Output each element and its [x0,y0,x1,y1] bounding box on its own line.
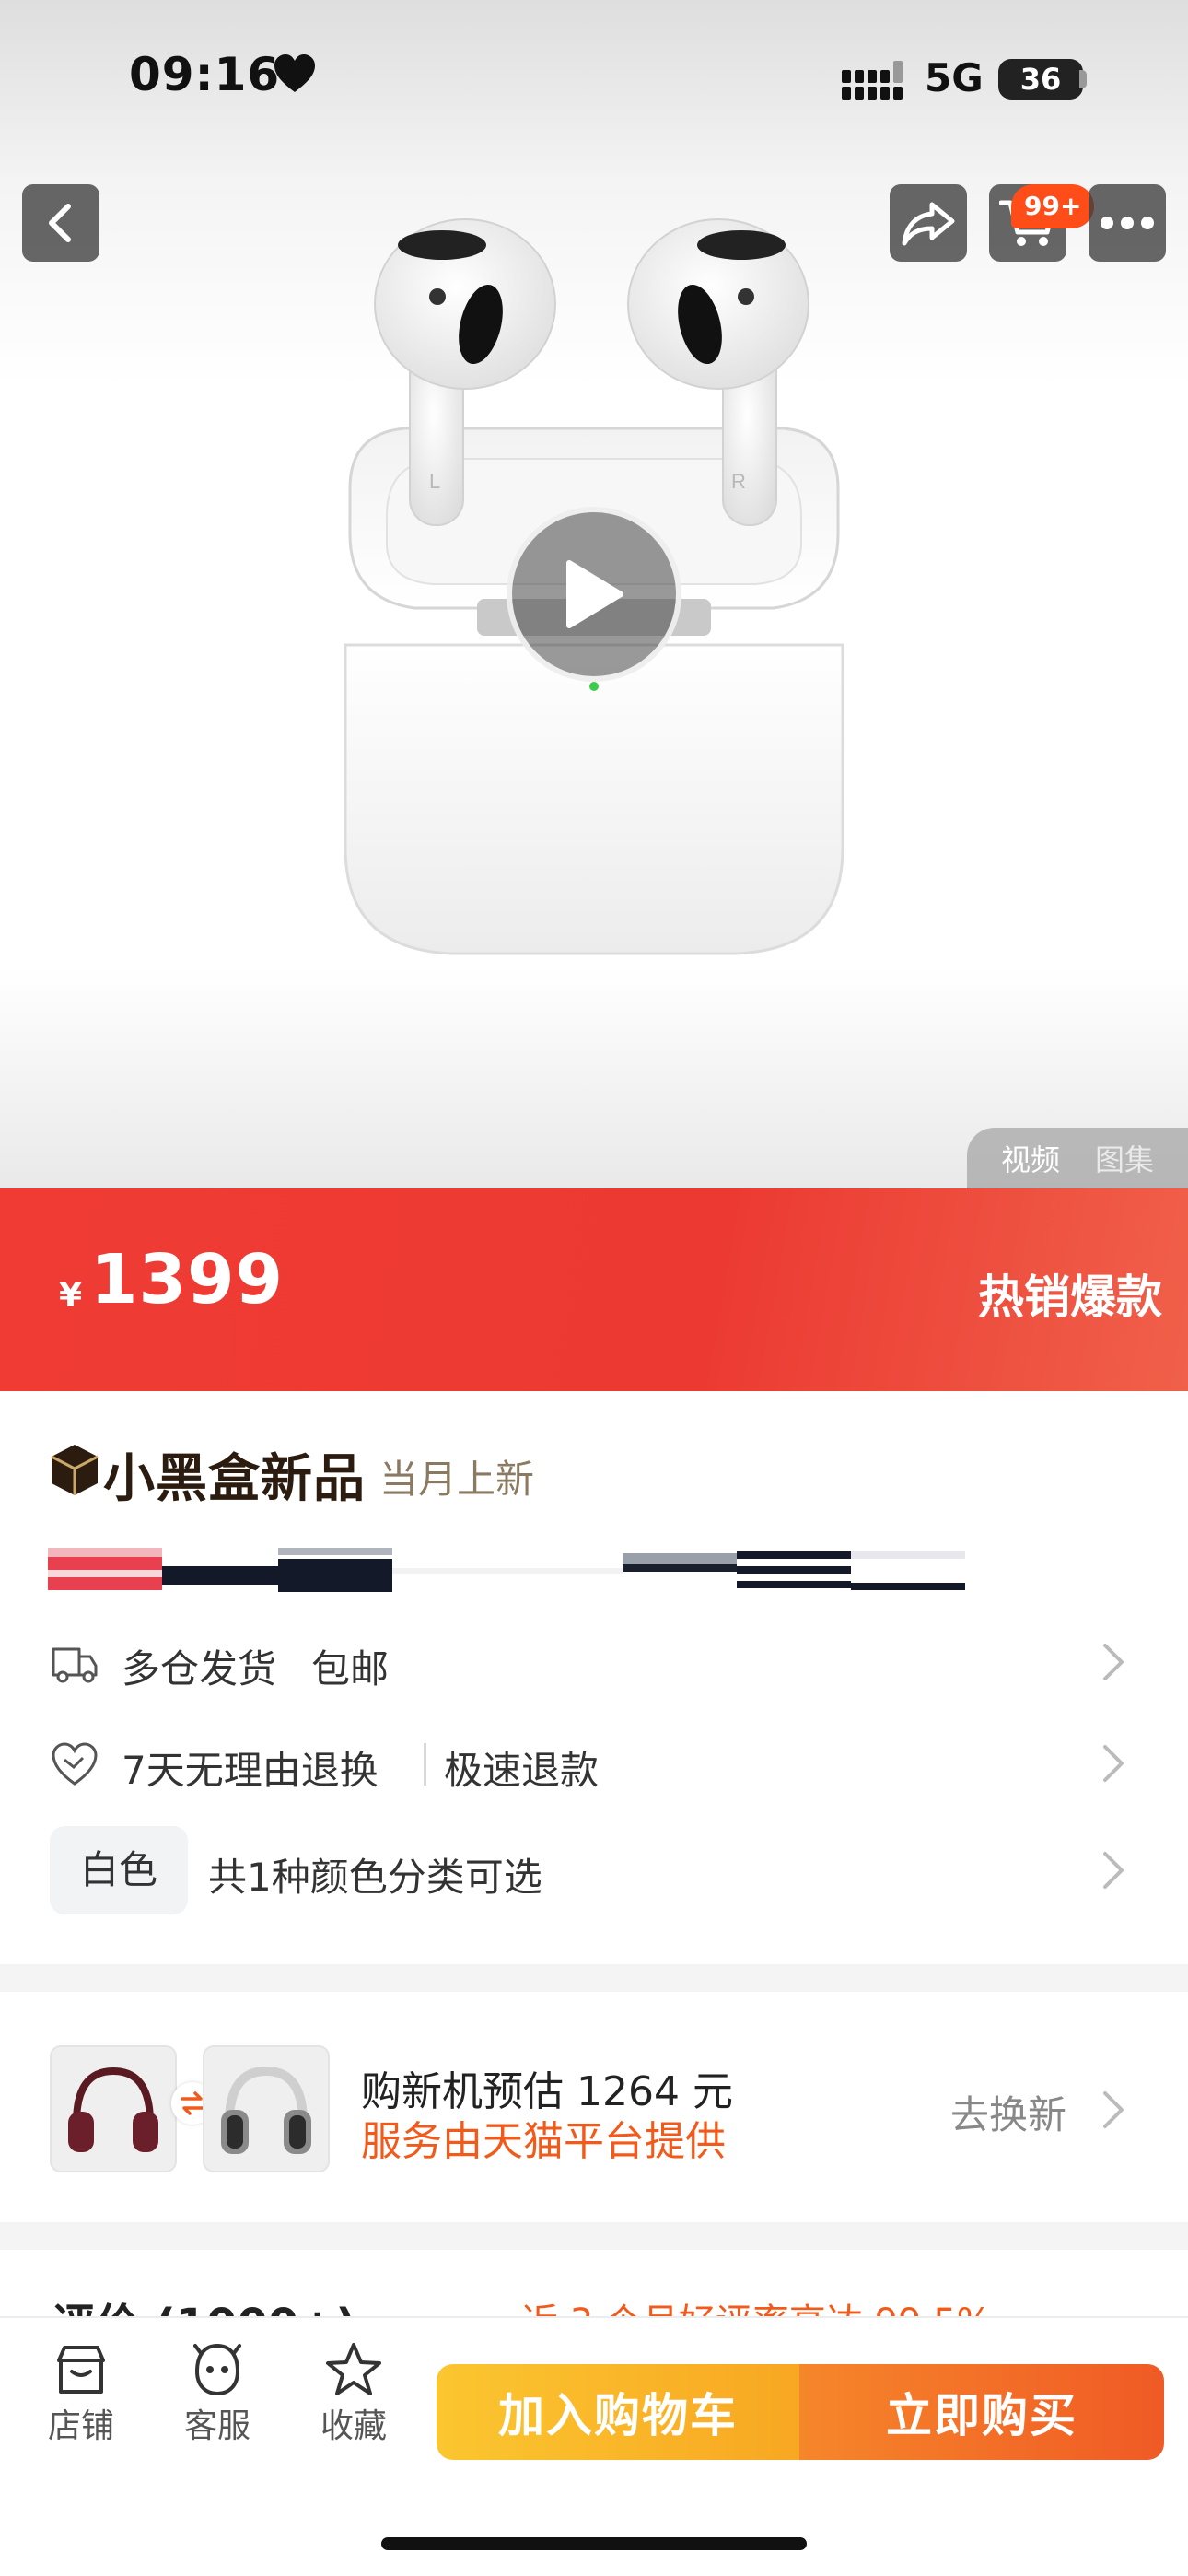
shipping-label: 多仓发货 [122,1646,277,1692]
play-video-button[interactable] [507,507,681,682]
svg-text:R: R [731,470,746,493]
trade-in-provider: 服务由天猫平台提供 [361,2118,726,2165]
chevron-right-icon [1103,1745,1124,1782]
cta-group: 加入购物车 立即购买 [437,2364,1164,2460]
star-icon [326,2343,381,2395]
headphones-icon [68,2067,158,2152]
cart-badge: 99+ [1011,184,1095,228]
product-hero[interactable]: L R 视频 图集 [0,0,1188,1188]
customer-service-icon [193,2343,241,2396]
brand-subtitle: 当月上新 [379,1457,535,1502]
heart-outline-icon [52,1742,98,1786]
color-chip-white[interactable]: 白色 [50,1826,188,1914]
chevron-right-icon [1103,2091,1124,2128]
fast-refund-label: 极速退款 [444,1748,600,1793]
service-tab[interactable]: 客服 [162,2340,273,2460]
chevron-left-icon [49,204,71,242]
battery-indicator: 36 [998,59,1083,100]
price-amount: 1399 [90,1240,284,1319]
status-time: 09:16 [129,48,281,101]
buy-now-button[interactable]: 立即购买 [799,2364,1164,2460]
home-indicator[interactable] [381,2537,807,2550]
store-icon [57,2346,105,2394]
share-icon [902,202,955,246]
network-label: 5G [925,55,984,100]
add-to-cart-button[interactable]: 加入购物车 [437,2364,799,2460]
favorite-tab[interactable]: 收藏 [298,2340,409,2460]
black-box-logo-icon [51,1445,99,1495]
shipping-free-label: 包邮 [311,1646,390,1692]
media-tabs: 视频 图集 [967,1128,1188,1188]
truck-icon [52,1647,98,1683]
brand-name[interactable]: 小黑盒新品 [103,1437,366,1512]
battery-tip [1079,70,1087,88]
chevron-right-icon [1103,1644,1124,1680]
more-button[interactable] [1089,184,1166,262]
store-label: 店铺 [47,2407,114,2445]
returns-label: 7天无理由退换 [122,1748,379,1793]
tab-gallery[interactable]: 图集 [1095,1137,1154,1179]
more-icon [1101,217,1154,229]
new-device-thumb [203,2045,330,2172]
signal-icon [842,61,903,100]
hot-sale-tag: 热销爆款 [978,1270,1162,1324]
favorite-label: 收藏 [320,2407,387,2445]
tab-video[interactable]: 视频 [1001,1137,1060,1179]
old-device-thumb [50,2045,177,2172]
heart-icon [274,54,315,92]
play-icon [566,560,623,628]
price-currency: ¥ [59,1277,83,1315]
svg-text:L: L [429,470,440,493]
chevron-right-icon [1103,1852,1124,1889]
service-label: 客服 [183,2407,250,2445]
store-tab[interactable]: 店铺 [26,2340,136,2460]
share-button[interactable] [890,184,967,262]
variant-strip [48,1548,965,1592]
back-button[interactable] [22,184,99,262]
trade-in-link[interactable]: 去换新 [950,2084,1066,2140]
row-divider [424,1743,426,1786]
color-options-label: 共1种颜色分类可选 [208,1855,542,1900]
headphones-icon [221,2066,311,2154]
